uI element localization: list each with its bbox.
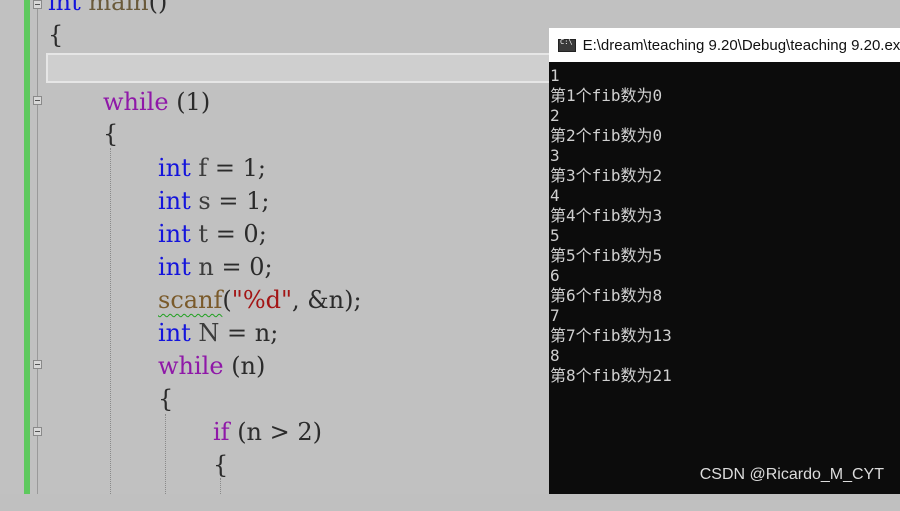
- code-line: while (1): [103, 87, 210, 117]
- console-line: 第4个fib数为3: [550, 206, 663, 225]
- console-line: 5: [550, 226, 560, 245]
- code-line-partial: [220, 481, 281, 511]
- code-token: {: [48, 21, 64, 49]
- console-window[interactable]: E:\dream\teaching 9.20\Debug\teaching 9.…: [549, 28, 900, 494]
- console-title: E:\dream\teaching 9.20\Debug\teaching 9.…: [582, 36, 900, 54]
- code-token: = n;: [219, 319, 279, 347]
- code-token: (n): [223, 352, 266, 380]
- code-token: int: [158, 220, 191, 248]
- code-line: {: [103, 119, 118, 149]
- fold-line: [37, 105, 38, 360]
- code-token: , &n);: [292, 286, 362, 314]
- code-token: t: [190, 220, 209, 248]
- indent-guide: [165, 414, 166, 494]
- collapse-if-icon[interactable]: [33, 427, 42, 436]
- console-line: 4: [550, 186, 560, 205]
- console-line: 8: [550, 346, 560, 365]
- console-output[interactable]: 1 第1个fib数为0 2 第2个fib数为0 3 第3个fib数为2 4 第4个fib数为3…: [550, 66, 895, 386]
- collapse-main-icon[interactable]: [33, 0, 42, 9]
- code-token: scanf: [158, 286, 223, 314]
- code-line: {: [158, 384, 173, 414]
- code-token: int: [48, 0, 81, 16]
- code-line: int t = 0;: [158, 219, 267, 249]
- code-line: while (n): [158, 351, 265, 381]
- console-app-icon: [558, 38, 576, 52]
- console-line: 1: [550, 66, 560, 85]
- console-line: 第5个fib数为5: [550, 246, 663, 265]
- collapse-inner-while-icon[interactable]: [33, 360, 42, 369]
- code-token: {: [103, 120, 119, 148]
- console-line: 第7个fib数为13: [550, 326, 672, 345]
- code-token: (): [148, 0, 168, 16]
- code-line: if (n > 2): [213, 417, 322, 447]
- fold-line: [37, 369, 38, 427]
- console-line: 2: [550, 106, 560, 125]
- fold-line: [37, 436, 38, 494]
- code-token: while: [103, 88, 169, 116]
- code-token: = 0;: [213, 253, 273, 281]
- console-line: 第6个fib数为8: [550, 286, 663, 305]
- code-line: scanf("%d", &n);: [158, 285, 362, 315]
- code-token: = 0;: [208, 220, 267, 248]
- code-token: s: [190, 187, 211, 215]
- code-token: main: [80, 0, 149, 16]
- code-line: {: [48, 20, 63, 50]
- change-indicator-bar: [24, 0, 30, 494]
- code-token: = 1;: [207, 154, 267, 182]
- code-token: while: [158, 352, 224, 380]
- code-line: int main(): [48, 0, 167, 17]
- code-token: "%d": [231, 286, 293, 314]
- code-token: {: [213, 451, 229, 479]
- code-line: {: [213, 450, 228, 480]
- console-line: 第8个fib数为21: [550, 366, 672, 385]
- code-token: N: [190, 319, 220, 347]
- current-line-highlight: [46, 53, 566, 83]
- console-line: 6: [550, 266, 560, 285]
- code-token: f: [190, 154, 208, 182]
- code-line: int f = 1;: [158, 153, 266, 183]
- code-token: int: [158, 253, 191, 281]
- code-token: {: [158, 385, 174, 413]
- code-line: int n = 0;: [158, 252, 273, 282]
- fold-line: [37, 9, 38, 96]
- collapse-while-icon[interactable]: [33, 96, 42, 105]
- console-line: 7: [550, 306, 560, 325]
- code-token: = 1;: [210, 187, 270, 215]
- code-token: (1): [168, 88, 211, 116]
- code-token: n: [190, 253, 214, 281]
- indent-guide: [110, 148, 111, 494]
- code-line: int N = n;: [158, 318, 278, 348]
- watermark: CSDN @Ricardo_M_CYT: [699, 466, 884, 483]
- code-line: int s = 1;: [158, 186, 269, 216]
- console-title-bar[interactable]: E:\dream\teaching 9.20\Debug\teaching 9.…: [549, 28, 900, 62]
- code-token: if: [213, 418, 230, 446]
- code-token: int: [158, 154, 191, 182]
- console-line: 第2个fib数为0: [550, 126, 663, 145]
- code-token: (n > 2): [229, 418, 323, 446]
- console-line: 第3个fib数为2: [550, 166, 663, 185]
- code-token: int: [158, 319, 191, 347]
- code-token: int: [158, 187, 191, 215]
- console-line: 第1个fib数为0: [550, 86, 663, 105]
- code-token: (: [222, 286, 232, 314]
- console-line: 3: [550, 146, 560, 165]
